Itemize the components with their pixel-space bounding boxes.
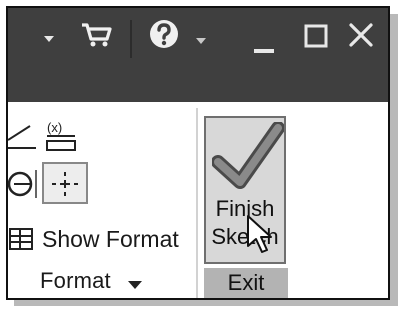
construction-icon[interactable] [8, 164, 42, 209]
dimension-icon[interactable]: (x) [44, 118, 80, 157]
shopping-cart-icon[interactable] [80, 22, 112, 53]
format-dropdown-arrow-icon[interactable] [128, 277, 142, 295]
help-dropdown-arrow-icon[interactable] [196, 32, 206, 50]
application-window: (x) Show Format Format Finish Sketch Exi… [6, 6, 390, 300]
angle-constraint-icon[interactable] [8, 120, 38, 157]
minimize-icon[interactable] [254, 42, 274, 60]
checkmark-icon [211, 121, 285, 195]
group-divider [196, 108, 198, 298]
title-bar [8, 8, 388, 102]
show-format-icon[interactable] [8, 224, 38, 259]
svg-text:(x): (x) [47, 120, 62, 135]
exit-group-label-bar: Exit [204, 268, 288, 298]
centerline-icon[interactable] [42, 162, 90, 211]
show-format-button-label[interactable]: Show Format [42, 226, 179, 253]
qat-dropdown-arrow-icon[interactable] [44, 30, 54, 48]
close-icon[interactable] [348, 22, 374, 53]
toolbar-separator [130, 20, 132, 58]
format-group-label[interactable]: Format [40, 268, 111, 294]
help-icon[interactable] [148, 18, 180, 55]
exit-group-label: Exit [227, 270, 265, 295]
ribbon-panel: (x) Show Format Format Finish Sketch Exi… [8, 102, 388, 298]
maximize-icon[interactable] [304, 24, 328, 53]
mouse-pointer-icon [246, 214, 276, 259]
